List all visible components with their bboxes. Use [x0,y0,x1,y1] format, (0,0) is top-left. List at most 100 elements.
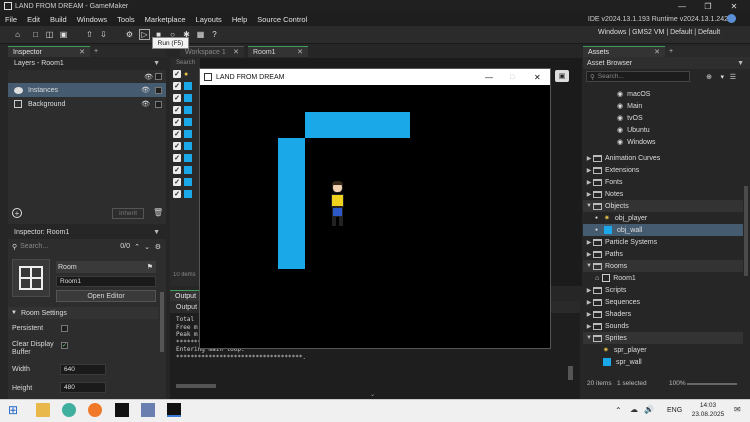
tab-close-icon[interactable]: ✕ [233,48,239,56]
user-avatar-icon[interactable] [727,14,736,23]
inherit-button[interactable]: Inherit [112,208,144,219]
instance-checkbox[interactable]: ✓ [173,154,181,162]
tab-close-icon[interactable]: ✕ [654,48,660,56]
package-icon[interactable]: ⇧ [84,29,95,40]
game-taskbar-icon[interactable] [167,403,181,417]
folder-scripts[interactable]: ▶ Scripts [583,284,743,296]
download-icon[interactable]: ⇩ [98,29,109,40]
chevron-down-icon[interactable]: ▼ [737,60,744,67]
menu-source-control[interactable]: Source Control [252,15,312,24]
instance-row[interactable]: ✓ [170,80,200,92]
game-options-icon[interactable]: ▦ [195,29,206,40]
gamemaker-taskbar-icon[interactable] [115,403,129,417]
instance-row[interactable]: ✓ [170,152,200,164]
menu-build[interactable]: Build [45,15,72,24]
lock-checkbox[interactable] [155,100,162,108]
trash-icon[interactable]: 🗑 [153,208,163,217]
instance-checkbox[interactable]: ✓ [173,106,181,114]
folder-animation-curves[interactable]: ▶ Animation Curves [583,152,743,164]
menu-edit[interactable]: Edit [22,15,45,24]
game-window[interactable] [199,68,551,349]
minimize-icon[interactable]: — [670,0,694,12]
instance-checkbox[interactable]: ✓ [173,118,181,126]
folder-extensions[interactable]: ▶ Extensions [583,164,743,176]
platform-item[interactable]: ◉ Windows [583,136,743,148]
eye-icon[interactable]: 👁 [141,100,150,108]
asset-room1[interactable]: ⌂ Room1 [583,272,743,284]
platform-item[interactable]: ◉ Main [583,100,743,112]
instance-checkbox[interactable]: ✓ [173,130,181,138]
platform-item[interactable]: ◉ macOS [583,88,743,100]
platform-item[interactable]: ◉ Ubuntu [583,124,743,136]
folder-shaders[interactable]: ▶ Shaders [583,308,743,320]
lock-checkbox[interactable] [155,86,162,94]
menu-layouts[interactable]: Layouts [191,15,227,24]
scrollbar-thumb[interactable] [160,292,164,352]
volume-icon[interactable]: 🔊 [644,405,654,414]
maximize-icon[interactable]: □ [510,74,514,81]
vertical-scrollbar[interactable] [568,366,573,380]
folder-sprites[interactable]: ▼ Sprites [583,332,743,344]
instance-row[interactable]: ✓ [170,104,200,116]
persistent-checkbox[interactable] [61,325,68,332]
instance-row[interactable]: ✓ ● [170,68,200,80]
add-layer-icon[interactable]: + [12,208,22,218]
height-field[interactable]: 480 [60,382,106,393]
room-settings-header[interactable]: ▼ Room Settings [8,307,158,319]
file-explorer-icon[interactable] [36,403,50,417]
room-editor-tool-icon[interactable]: ▣ [555,70,569,82]
instance-checkbox[interactable]: ✓ [173,178,181,186]
chevron-down-icon[interactable]: ⌄ [144,243,150,251]
instance-row[interactable]: ✓ [170,164,200,176]
notification-icon[interactable]: ✉ [734,405,741,414]
folder-rooms[interactable]: ▼ Rooms [583,260,743,272]
clock-time[interactable]: 14:03 [694,402,722,409]
instance-row[interactable]: ✓ [170,176,200,188]
tab-workspace[interactable]: Workspace 1 ✕ [180,46,244,57]
instance-row[interactable]: ✓ [170,128,200,140]
folder-objects[interactable]: ▼ Objects [583,200,743,212]
add-asset-icon[interactable]: ⊕ [706,73,712,81]
filter-icon[interactable]: ▾ [720,73,724,81]
target-selector[interactable]: Windows | GMS2 VM | Default | Default [598,29,720,36]
network-icon[interactable]: ☁ [630,405,638,414]
language-indicator[interactable]: ENG [667,407,682,414]
room-name-field[interactable]: Room1 [56,276,156,287]
instance-search[interactable]: Search [170,58,200,68]
add-tab-icon[interactable]: + [669,48,673,55]
open-folder-icon[interactable]: ◫ [44,29,55,40]
tab-assets[interactable]: Assets ✕ [583,46,665,57]
folder-sounds[interactable]: ▶ Sounds [583,320,743,332]
instance-checkbox[interactable]: ✓ [173,94,181,102]
menu-tools[interactable]: Tools [112,15,140,24]
close-icon[interactable]: ✕ [722,0,746,12]
clear-display-checkbox[interactable]: ✓ [61,342,68,349]
folder-particle-systems[interactable]: ▶ Particle Systems [583,236,743,248]
windows-start-icon[interactable]: ⊞ [8,403,22,417]
help-icon[interactable]: ? [209,29,220,40]
instance-checkbox[interactable]: ✓ [173,166,181,174]
new-file-icon[interactable]: □ [30,29,41,40]
save-icon[interactable]: ▣ [58,29,69,40]
assets-zoom[interactable]: 100% [669,380,686,387]
folder-paths[interactable]: ▶ Paths [583,248,743,260]
debug-icon[interactable]: ⚙ [124,29,135,40]
tab-room1[interactable]: Room1 ✕ [248,46,308,57]
horizontal-scrollbar[interactable] [176,384,216,388]
chevron-down-icon[interactable]: ▼ [153,60,160,67]
home-icon[interactable]: ⌂ [12,29,23,40]
eye-icon[interactable]: 👁 [144,73,153,81]
eye-icon[interactable]: 👁 [141,86,150,94]
instance-row[interactable]: ✓ [170,188,200,200]
minimize-icon[interactable]: — [485,73,493,82]
menu-file[interactable]: File [0,15,22,24]
tab-inspector[interactable]: Inspector ✕ [8,46,90,57]
menu-help[interactable]: Help [227,15,252,24]
assets-scrollbar[interactable] [744,186,748,276]
layer-item-instances[interactable]: Instances 👁 [8,83,166,97]
open-editor-button[interactable]: Open Editor [56,290,156,302]
asset-search-input[interactable]: ⚲ Search... [586,71,690,82]
inspector-search-input[interactable]: Search... [20,243,48,250]
layer-item-background[interactable]: Background 👁 [8,97,166,111]
clock-date[interactable]: 23.08.2025 [690,411,726,418]
